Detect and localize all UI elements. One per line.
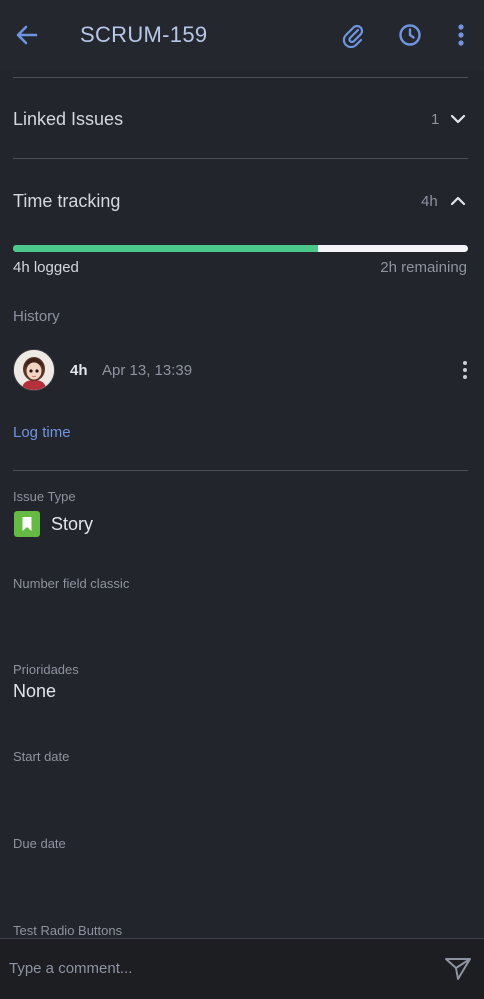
time-tracking-total: 4h: [421, 193, 438, 210]
worklog-duration: 4h: [70, 362, 88, 379]
start-date-label: Start date: [13, 749, 70, 764]
avatar: [13, 349, 55, 391]
start-date-value[interactable]: [13, 768, 468, 798]
send-icon[interactable]: [444, 956, 472, 982]
due-date-label: Due date: [13, 836, 66, 851]
prioridades-label: Prioridades: [13, 662, 79, 677]
due-date-value[interactable]: [13, 855, 468, 885]
divider: [13, 77, 468, 78]
issue-type-value[interactable]: Story: [51, 514, 93, 535]
time-logged-text: 4h logged: [13, 259, 79, 276]
time-progress-fill: [13, 245, 318, 252]
number-field-value[interactable]: [13, 594, 468, 624]
log-time-link[interactable]: Log time: [13, 424, 71, 441]
time-progress-bar: [13, 245, 468, 252]
chevron-up-icon[interactable]: [449, 192, 467, 210]
issue-key-title: SCRUM-159: [80, 22, 208, 47]
worklog-timestamp: Apr 13, 13:39: [102, 362, 193, 379]
back-arrow-icon[interactable]: [14, 22, 40, 48]
divider: [13, 470, 468, 471]
time-remaining-text: 2h remaining: [380, 259, 467, 276]
number-field-label: Number field classic: [13, 576, 130, 591]
linked-issues-count: 1: [431, 111, 440, 128]
comment-input[interactable]: [7, 953, 431, 983]
linked-issues-label: Linked Issues: [13, 109, 124, 129]
time-tracking-label: Time tracking: [13, 191, 121, 211]
attachment-icon[interactable]: [340, 22, 366, 49]
more-vert-icon[interactable]: [449, 22, 473, 48]
top-app-bar: SCRUM-159: [0, 0, 484, 70]
issue-type-label: Issue Type: [13, 489, 76, 504]
story-icon: [14, 511, 40, 537]
prioridades-value[interactable]: None: [13, 681, 56, 702]
divider: [13, 158, 468, 159]
test-radio-buttons-label: Test Radio Buttons: [13, 923, 123, 938]
more-vert-icon[interactable]: [456, 359, 474, 381]
chevron-down-icon[interactable]: [449, 110, 467, 128]
history-label: History: [13, 308, 60, 325]
clock-icon[interactable]: [397, 22, 423, 48]
comment-bar: [0, 938, 484, 999]
